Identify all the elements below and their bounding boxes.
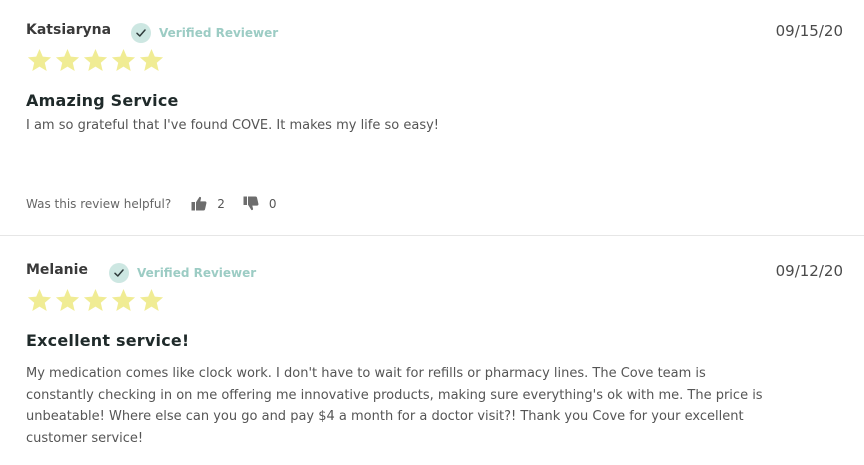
review-date: 09/15/20 — [775, 22, 843, 40]
thumbs-down-icon — [243, 196, 259, 211]
verified-label: Verified Reviewer — [137, 266, 257, 280]
review-title: Excellent service! — [26, 331, 190, 350]
verified-label: Verified Reviewer — [159, 26, 279, 40]
star-icon — [111, 289, 136, 311]
star-icon — [83, 289, 108, 311]
check-icon — [114, 269, 124, 277]
review-body: I am so grateful that I've found COVE. I… — [26, 118, 439, 133]
reviewer-name: Katsiaryna — [26, 22, 112, 38]
review-card: Katsiaryna Verified Reviewer 09/15/20 Am… — [0, 0, 864, 236]
star-icon — [111, 49, 136, 71]
star-icon — [139, 289, 164, 311]
thumbs-up-icon — [191, 196, 207, 211]
review-divider — [0, 235, 864, 236]
verified-badge — [131, 23, 151, 43]
star-rating — [26, 287, 165, 314]
verified-badge — [109, 263, 129, 283]
thumbs-up-count: 2 — [217, 196, 225, 211]
review-body: My medication comes like clock work. I d… — [26, 366, 763, 446]
star-icon — [27, 49, 52, 71]
review-card: Melanie Verified Reviewer 09/12/20 Excel… — [0, 237, 864, 465]
star-icon — [55, 289, 80, 311]
review-title: Amazing Service — [26, 91, 179, 110]
reviewer-name: Melanie — [26, 262, 88, 278]
star-icon — [83, 49, 108, 71]
thumbs-down-count: 0 — [268, 196, 277, 211]
helpful-vote-bar: Was this review helpful? 2 0 — [26, 196, 276, 211]
helpful-prompt: Was this review helpful? — [26, 196, 172, 211]
verified-reviewer: Verified Reviewer — [131, 23, 278, 43]
star-rating — [26, 47, 165, 74]
star-icon — [139, 49, 164, 71]
verified-reviewer: Verified Reviewer — [109, 263, 256, 283]
check-icon — [136, 29, 146, 37]
star-icon — [27, 289, 52, 311]
star-icon — [55, 49, 80, 71]
review-date: 09/12/20 — [775, 262, 843, 280]
thumbs-down-button[interactable]: 0 — [243, 196, 277, 211]
thumbs-up-button[interactable]: 2 — [191, 196, 225, 211]
